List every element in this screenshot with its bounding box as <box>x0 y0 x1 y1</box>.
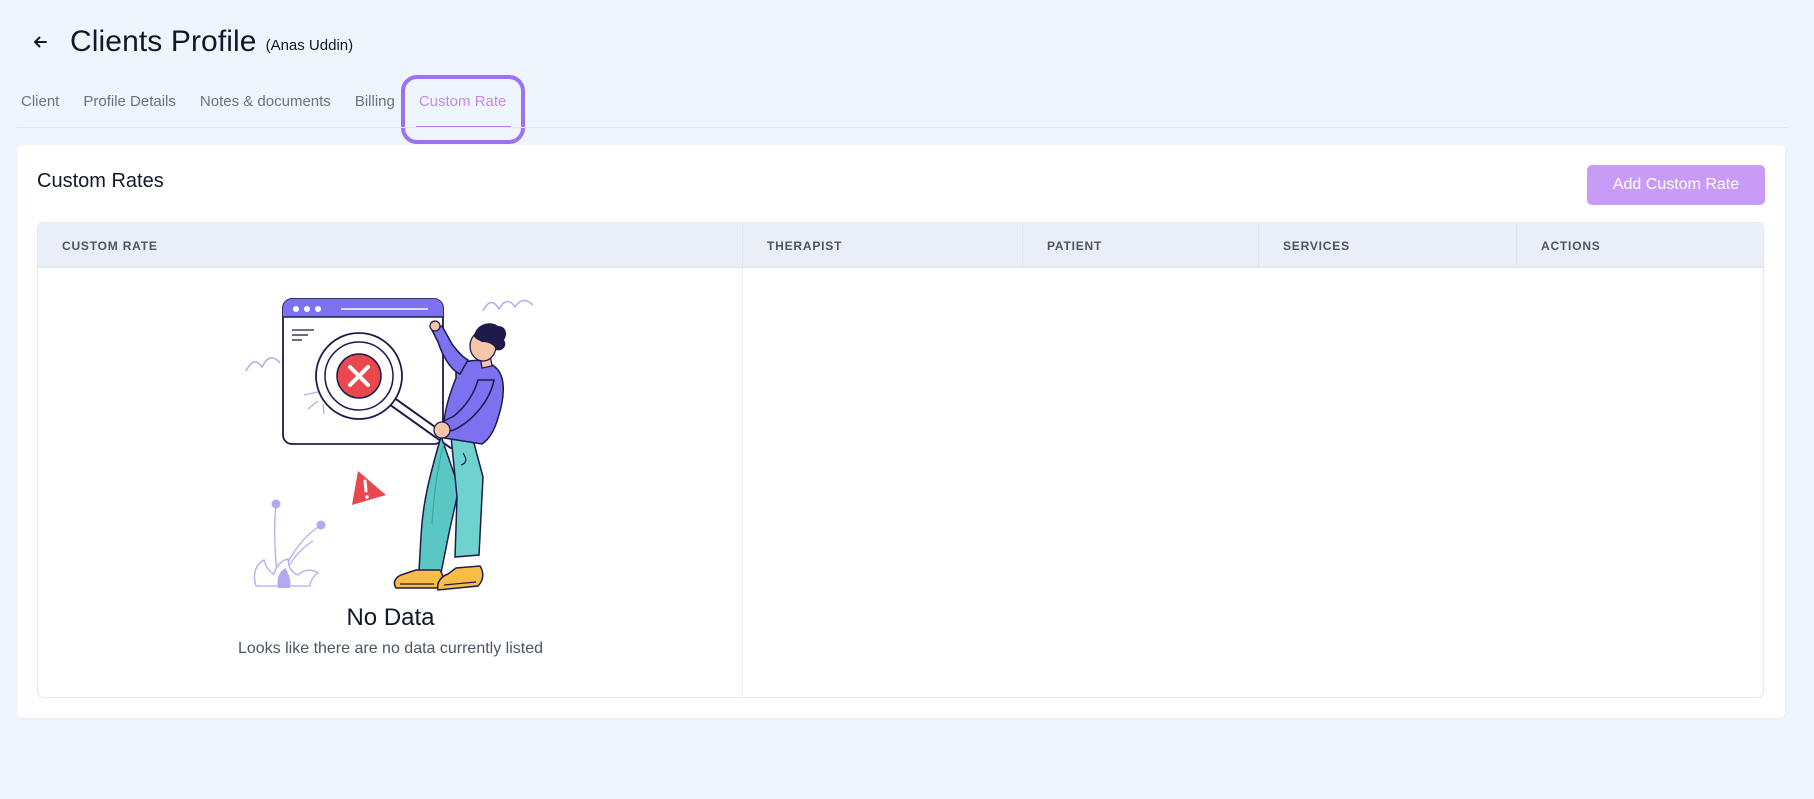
custom-rates-table: CUSTOM RATE THERAPIST PATIENT SERVICES A… <box>37 222 1764 698</box>
column-header-therapist[interactable]: THERAPIST <box>743 223 1023 268</box>
column-header-services[interactable]: SERVICES <box>1259 223 1517 268</box>
profile-tabs: Client Profile Details Notes & documents… <box>21 80 530 128</box>
page-title: Clients Profile <box>70 25 257 58</box>
column-header-actions[interactable]: ACTIONS <box>1517 223 1763 268</box>
custom-rates-card: Custom Rates Add Custom Rate CUSTOM RATE… <box>17 145 1785 718</box>
client-name: (Anas Uddin) <box>265 36 354 54</box>
empty-state-title: No Data <box>346 604 435 631</box>
table-header: CUSTOM RATE THERAPIST PATIENT SERVICES A… <box>38 223 1763 268</box>
section-title: Custom Rates <box>37 170 164 192</box>
add-custom-rate-button[interactable]: Add Custom Rate <box>1587 165 1765 205</box>
column-header-custom-rate[interactable]: CUSTOM RATE <box>38 223 743 268</box>
tab-billing[interactable]: Billing <box>355 80 395 128</box>
column-header-patient[interactable]: PATIENT <box>1023 223 1259 268</box>
tab-custom-rate[interactable]: Custom Rate <box>415 80 511 128</box>
empty-state: No Data Looks like there are no data cur… <box>38 268 743 697</box>
tab-profile-details[interactable]: Profile Details <box>83 80 176 128</box>
page-header: Clients Profile (Anas Uddin) <box>28 22 353 62</box>
no-data-illustration <box>238 296 558 601</box>
tab-notes-documents[interactable]: Notes & documents <box>200 80 331 128</box>
tabs-divider <box>17 127 1787 128</box>
tab-client[interactable]: Client <box>21 80 59 128</box>
back-arrow-icon[interactable] <box>28 30 52 54</box>
empty-state-description: Looks like there are no data currently l… <box>237 640 544 657</box>
